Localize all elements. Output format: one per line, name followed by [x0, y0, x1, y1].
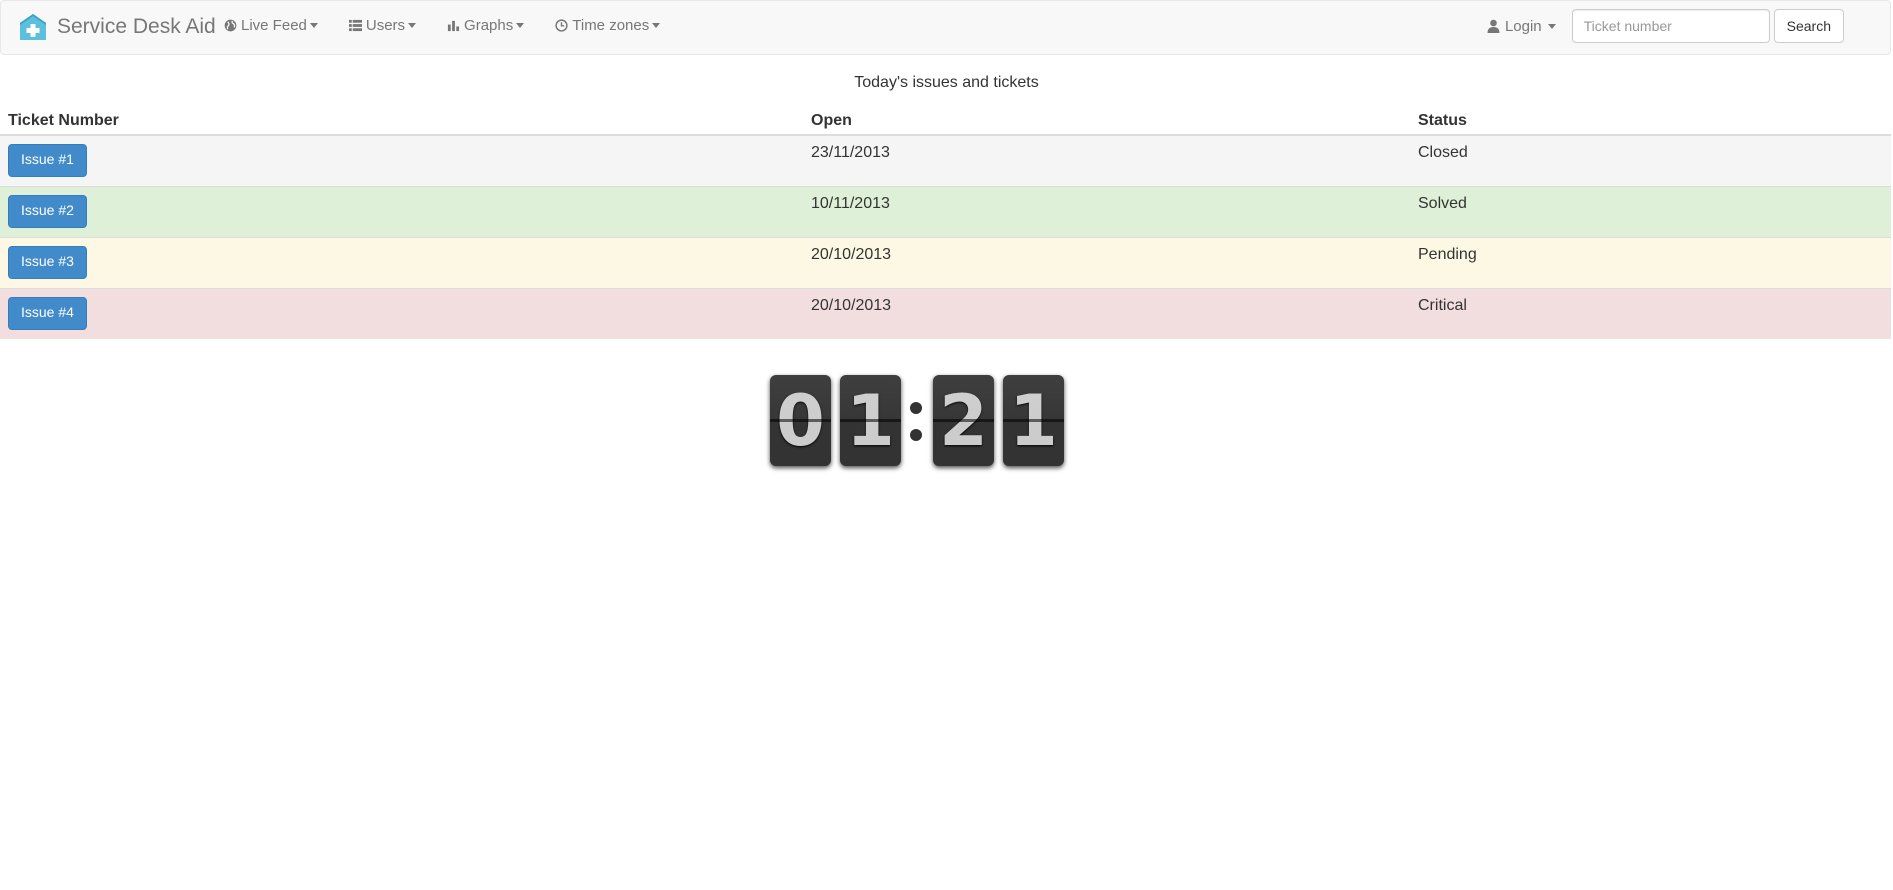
table-row: Issue #1 23/11/2013 Closed	[0, 134, 1891, 186]
menu-graphs[interactable]: Graphs	[446, 1, 525, 49]
menu-time-zones[interactable]: Time zones	[554, 1, 661, 49]
ticket-cell: Issue #2	[0, 185, 803, 237]
table-header-row: Ticket Number Open Status	[0, 101, 1891, 136]
login-label: Login	[1504, 17, 1542, 35]
main-menu: Live Feed Users Graphs Time zones	[223, 1, 690, 49]
open-date-cell: 20/10/2013	[803, 287, 1410, 339]
ticket-cell: Issue #3	[0, 236, 803, 288]
menu-live-feed[interactable]: Live Feed	[223, 1, 318, 49]
medical-house-logo-icon	[19, 13, 47, 41]
search-button[interactable]: Search	[1773, 9, 1844, 43]
login-dropdown[interactable]: Login	[1487, 18, 1556, 35]
issue-button[interactable]: Issue #1	[8, 144, 87, 177]
clock-digit: 2	[933, 375, 994, 466]
bar-chart-icon	[446, 18, 461, 33]
menu-users-label: Users	[365, 16, 406, 34]
navbar: Service Desk Aid Live Feed Users Graphs	[0, 0, 1891, 55]
open-date-cell: 20/10/2013	[803, 236, 1410, 288]
caret-down-icon	[652, 22, 661, 28]
open-date-cell: 23/11/2013	[803, 134, 1410, 186]
flip-clock: 0 1 2 1	[770, 375, 1073, 467]
user-icon	[1487, 19, 1502, 34]
header-ticket-number: Ticket Number	[0, 101, 803, 136]
issues-table: Ticket Number Open Status Issue #1 23/11…	[0, 101, 1891, 339]
status-cell: Closed	[1410, 134, 1891, 186]
table-row: Issue #3 20/10/2013 Pending	[0, 236, 1891, 288]
open-date-cell: 10/11/2013	[803, 185, 1410, 237]
menu-graphs-label: Graphs	[464, 16, 514, 34]
clock-digit: 1	[840, 375, 901, 466]
ticket-cell: Issue #4	[0, 287, 803, 339]
caret-down-icon	[309, 22, 318, 28]
status-cell: Solved	[1410, 185, 1891, 237]
menu-live-feed-label: Live Feed	[241, 16, 307, 34]
table-row: Issue #4 20/10/2013 Critical	[0, 287, 1891, 339]
globe-icon	[223, 18, 238, 33]
status-cell: Pending	[1410, 236, 1891, 288]
navbar-right: Login Search	[1487, 9, 1844, 43]
status-cell: Critical	[1410, 287, 1891, 339]
separator-dot	[910, 402, 922, 414]
issue-button[interactable]: Issue #3	[8, 245, 87, 279]
caret-down-icon	[408, 22, 417, 28]
issue-button[interactable]: Issue #4	[8, 296, 87, 330]
caret-down-icon	[1547, 23, 1556, 29]
clock-icon	[554, 18, 569, 33]
caret-down-icon	[516, 22, 525, 28]
header-status: Status	[1410, 101, 1891, 136]
separator-dot	[910, 429, 922, 441]
menu-users[interactable]: Users	[348, 1, 417, 49]
issue-button[interactable]: Issue #2	[8, 194, 87, 228]
clock-digit: 0	[770, 375, 831, 466]
list-icon	[348, 18, 363, 33]
brand-link[interactable]: Service Desk Aid	[19, 9, 216, 45]
ticket-search-input[interactable]	[1571, 9, 1770, 43]
brand-title: Service Desk Aid	[57, 15, 216, 38]
header-open: Open	[803, 101, 1410, 136]
ticket-cell: Issue #1	[0, 134, 803, 186]
clock-digit: 1	[1003, 375, 1064, 466]
clock-separator	[908, 375, 924, 466]
table-row: Issue #2 10/11/2013 Solved	[0, 185, 1891, 237]
table-caption: Today's issues and tickets	[854, 74, 1039, 91]
menu-time-zones-label: Time zones	[572, 16, 650, 34]
